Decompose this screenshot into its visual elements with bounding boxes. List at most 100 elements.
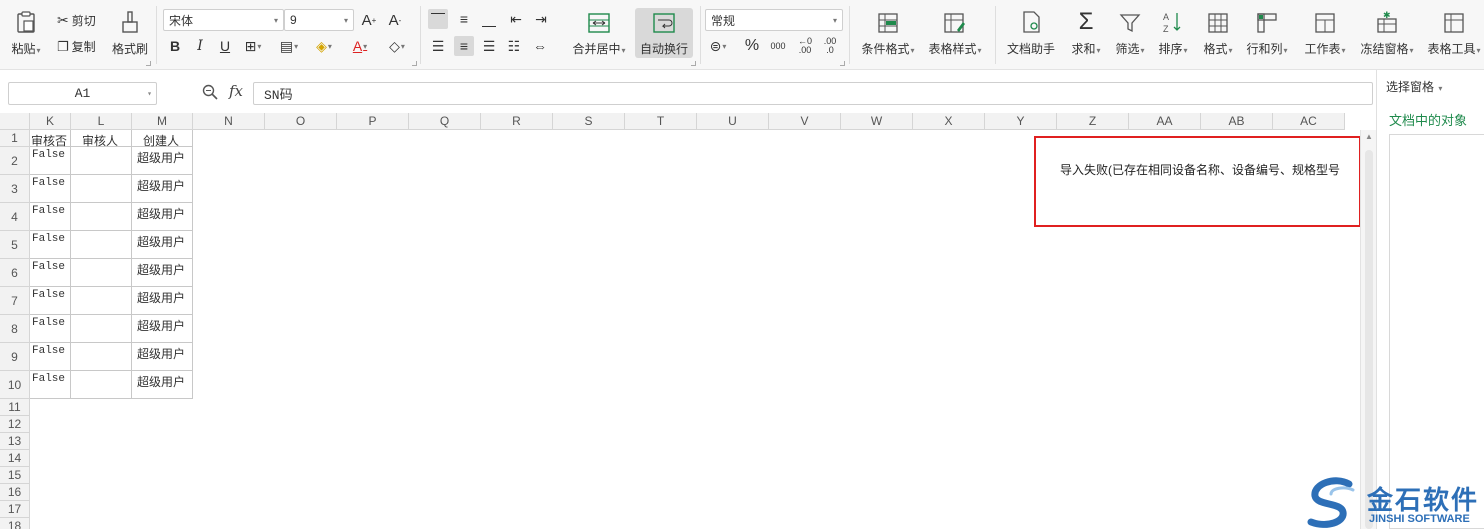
- cell-style-icon[interactable]: ▤ ▾: [279, 36, 299, 56]
- merge-center-button[interactable]: 合并居中▾: [568, 8, 630, 57]
- selection-pane-title[interactable]: 选择窗格 ▾: [1386, 78, 1442, 95]
- zoom-search-icon[interactable]: [202, 84, 218, 104]
- column-header[interactable]: Y: [985, 113, 1057, 130]
- table-cell[interactable]: [71, 259, 132, 287]
- scroll-up-icon[interactable]: ▲: [1365, 132, 1373, 141]
- thousands-icon[interactable]: 000: [768, 36, 788, 56]
- column-header[interactable]: Z: [1057, 113, 1129, 130]
- align-top-icon[interactable]: ⎺: [428, 9, 448, 29]
- column-header[interactable]: K: [30, 113, 71, 130]
- italic-icon[interactable]: I: [190, 36, 210, 56]
- format-painter-button[interactable]: 格式刷: [110, 8, 150, 57]
- conditional-format-button[interactable]: 条件格式▾: [858, 8, 918, 57]
- row-header[interactable]: 15: [0, 467, 30, 484]
- table-cell[interactable]: [71, 315, 132, 343]
- column-header[interactable]: W: [841, 113, 913, 130]
- row-header[interactable]: 1: [0, 130, 30, 147]
- table-cell[interactable]: [71, 203, 132, 231]
- bold-icon[interactable]: B: [165, 36, 185, 56]
- distribute-icon[interactable]: ⇔: [530, 36, 550, 56]
- objects-list[interactable]: [1389, 134, 1484, 529]
- decimal-increase-button[interactable]: ←0.00: [795, 36, 815, 56]
- header-cell[interactable]: 创建人: [132, 130, 193, 148]
- table-cell[interactable]: False: [30, 259, 71, 287]
- column-header[interactable]: M: [132, 113, 193, 130]
- row-header[interactable]: 9: [0, 343, 30, 371]
- table-style-button[interactable]: 表格样式▾: [925, 8, 985, 57]
- wrap-text-button[interactable]: 自动换行: [635, 8, 693, 57]
- table-cell[interactable]: 超级用户: [132, 259, 193, 287]
- font-color-icon[interactable]: A ▾: [350, 36, 370, 56]
- column-header[interactable]: AC: [1273, 113, 1345, 130]
- align-right-icon[interactable]: ☰: [479, 36, 499, 56]
- table-cell[interactable]: 超级用户: [132, 203, 193, 231]
- indent-increase-icon[interactable]: ⇥: [531, 9, 551, 29]
- table-cell[interactable]: [71, 231, 132, 259]
- decimal-decrease-button[interactable]: .00.0: [820, 36, 840, 56]
- name-box[interactable]: A1 ▾: [8, 82, 157, 105]
- table-cell[interactable]: False: [30, 315, 71, 343]
- select-all-corner[interactable]: [0, 113, 30, 130]
- fill-color-icon[interactable]: ◈ ▾: [314, 36, 334, 56]
- align-middle-icon[interactable]: ≡: [454, 9, 474, 29]
- header-cell[interactable]: 审核人: [71, 130, 132, 148]
- row-header[interactable]: 10: [0, 371, 30, 399]
- border-icon[interactable]: ⊞ ▾: [243, 36, 263, 56]
- row-col-button[interactable]: 行和列▾: [1243, 8, 1291, 57]
- row-header[interactable]: 17: [0, 501, 30, 518]
- table-cell[interactable]: [71, 287, 132, 315]
- column-header[interactable]: T: [625, 113, 697, 130]
- font-grow-icon[interactable]: A +: [359, 10, 379, 30]
- cut-button[interactable]: ✂ 剪切: [57, 12, 96, 29]
- row-header[interactable]: 4: [0, 203, 30, 231]
- row-header[interactable]: 3: [0, 175, 30, 203]
- indent-decrease-icon[interactable]: ⇤: [506, 9, 526, 29]
- table-tools-button[interactable]: 表格工具▾: [1424, 8, 1484, 57]
- freeze-panes-button[interactable]: ✱ 冻结窗格▾: [1356, 8, 1418, 57]
- formula-input[interactable]: SN码: [253, 82, 1373, 105]
- table-cell[interactable]: False: [30, 147, 71, 175]
- row-header[interactable]: 11: [0, 399, 30, 416]
- row-header[interactable]: 5: [0, 231, 30, 259]
- font-size-select[interactable]: 9 ▾: [284, 9, 354, 31]
- paste-button[interactable]: 粘贴▾: [10, 8, 42, 57]
- table-cell[interactable]: [71, 147, 132, 175]
- filter-button[interactable]: 筛选▾: [1112, 8, 1148, 57]
- table-cell[interactable]: 超级用户: [132, 231, 193, 259]
- table-cell[interactable]: False: [30, 371, 71, 399]
- row-header[interactable]: 7: [0, 287, 30, 315]
- copy-button[interactable]: ❐ 复制: [57, 38, 96, 55]
- table-cell[interactable]: [71, 371, 132, 399]
- table-cell[interactable]: 超级用户: [132, 287, 193, 315]
- underline-icon[interactable]: U: [215, 36, 235, 56]
- table-cell[interactable]: [71, 175, 132, 203]
- align-bottom-icon[interactable]: ⎽: [479, 9, 499, 29]
- column-header[interactable]: S: [553, 113, 625, 130]
- align-center-icon[interactable]: ≡: [454, 36, 474, 56]
- justify-icon[interactable]: ☷: [504, 36, 524, 56]
- row-header[interactable]: 8: [0, 315, 30, 343]
- table-cell[interactable]: 超级用户: [132, 175, 193, 203]
- table-cell[interactable]: 超级用户: [132, 343, 193, 371]
- table-cell[interactable]: 超级用户: [132, 147, 193, 175]
- align-left-icon[interactable]: ☰: [428, 36, 448, 56]
- eraser-icon[interactable]: ◇ ▾: [387, 36, 407, 56]
- number-format-select[interactable]: 常规 ▾: [705, 9, 843, 31]
- row-header[interactable]: 6: [0, 259, 30, 287]
- column-header[interactable]: AA: [1129, 113, 1201, 130]
- column-header[interactable]: P: [337, 113, 409, 130]
- vertical-scrollbar[interactable]: ▲: [1360, 130, 1376, 529]
- font-name-select[interactable]: 宋体 ▾: [163, 9, 284, 31]
- font-shrink-icon[interactable]: A-: [385, 10, 405, 30]
- column-header[interactable]: AB: [1201, 113, 1273, 130]
- column-header[interactable]: V: [769, 113, 841, 130]
- table-cell[interactable]: False: [30, 231, 71, 259]
- column-header[interactable]: N: [193, 113, 265, 130]
- table-cell[interactable]: False: [30, 175, 71, 203]
- row-header[interactable]: 12: [0, 416, 30, 433]
- doc-helper-button[interactable]: 文档助手: [1004, 8, 1058, 57]
- table-cell[interactable]: [71, 343, 132, 371]
- column-header[interactable]: U: [697, 113, 769, 130]
- table-cell[interactable]: False: [30, 343, 71, 371]
- function-icon[interactable]: fx: [229, 82, 243, 100]
